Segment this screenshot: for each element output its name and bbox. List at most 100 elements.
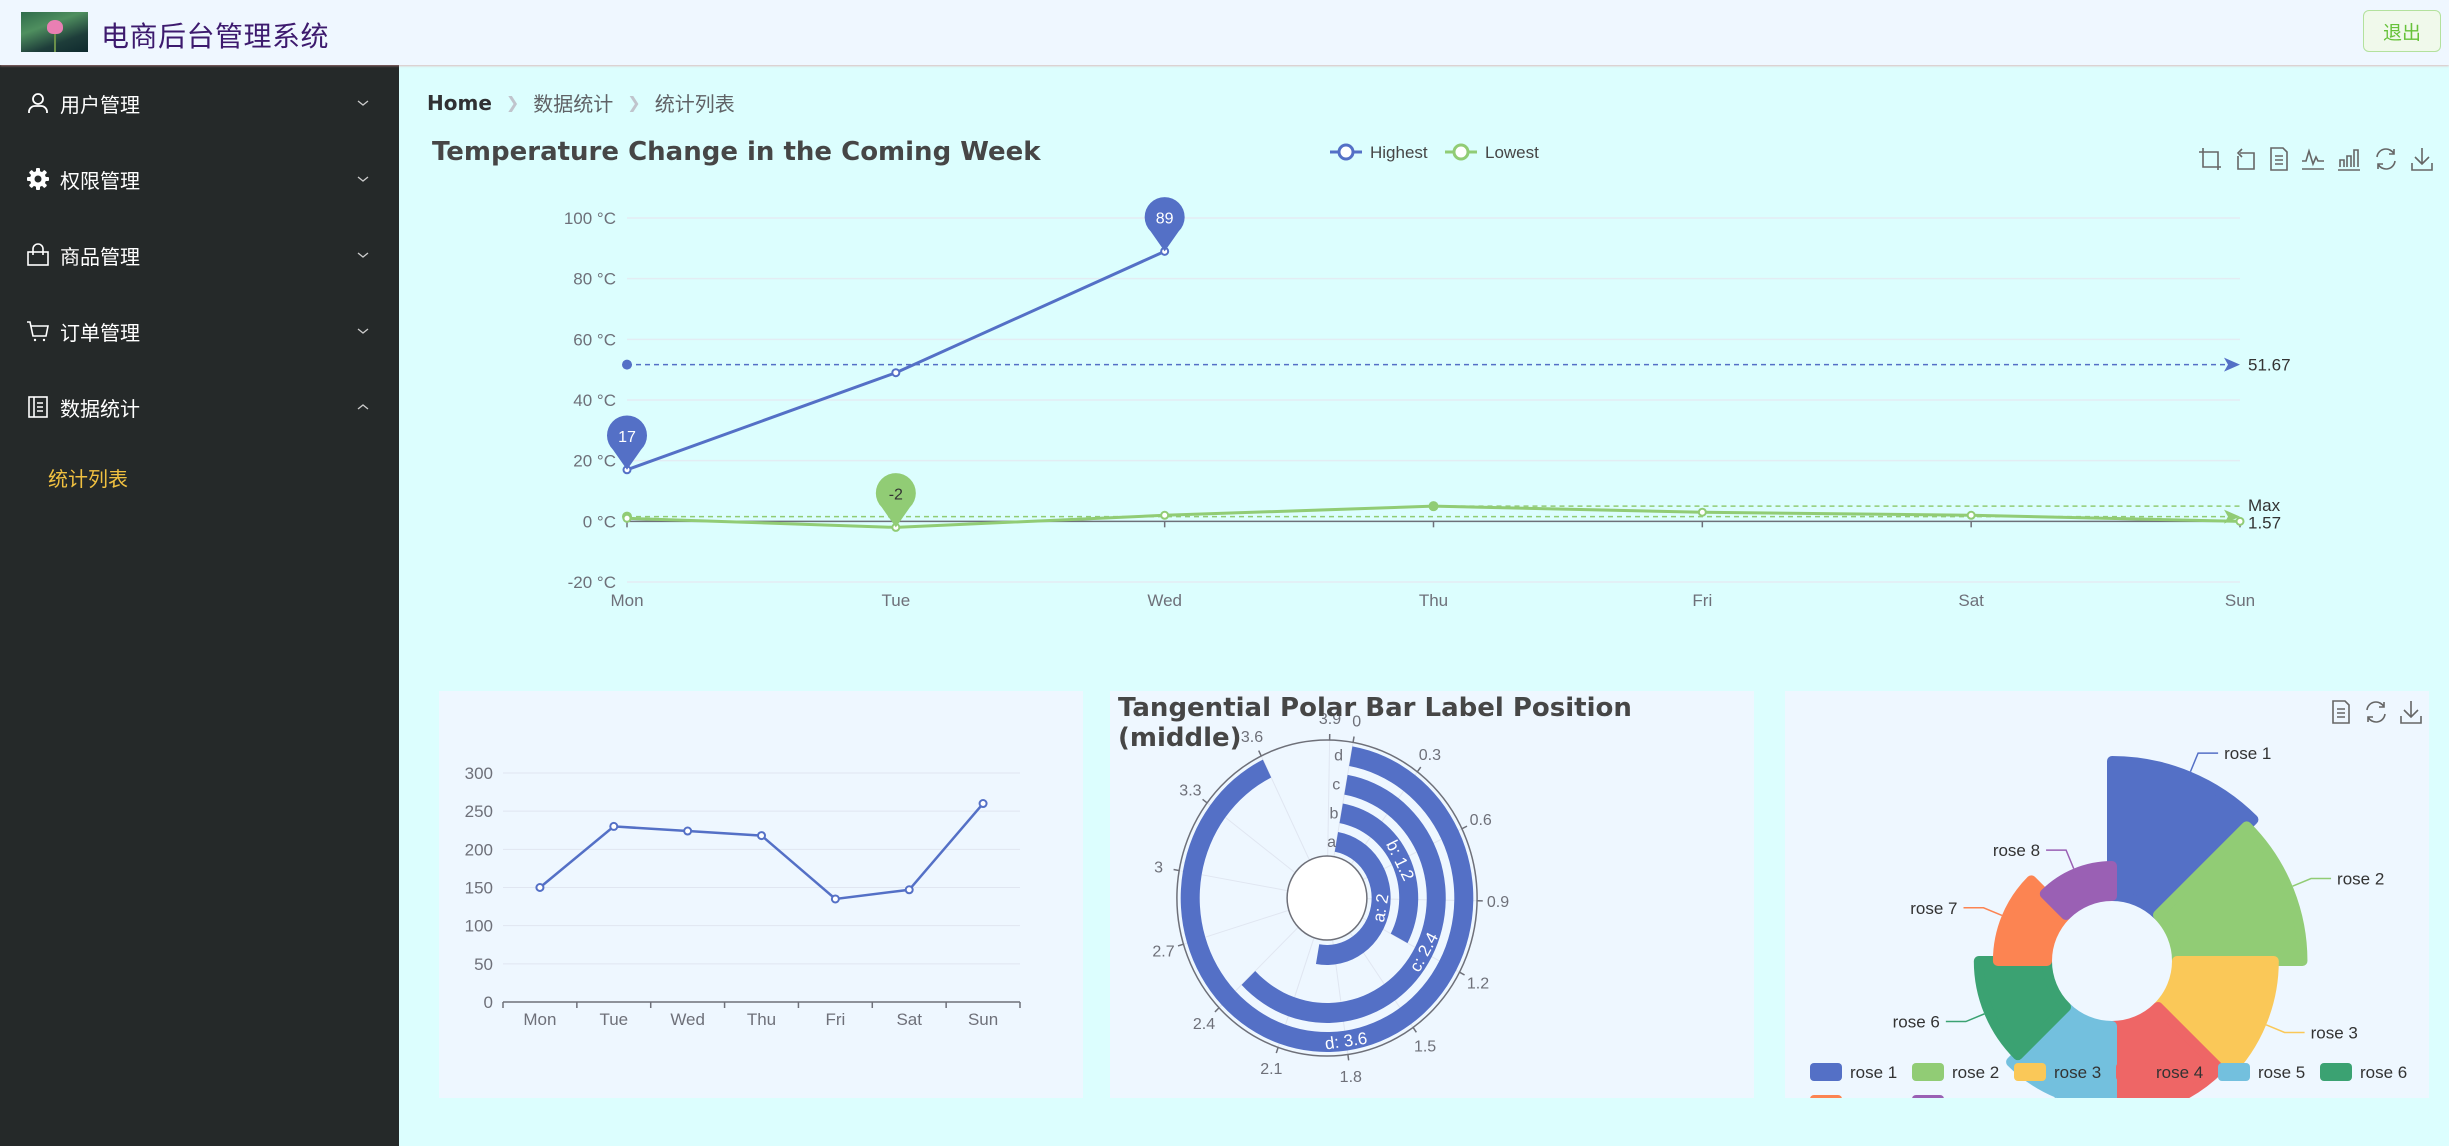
x-tick-label: Sat bbox=[1958, 591, 1984, 610]
x-tick-label: Tue bbox=[599, 1010, 628, 1029]
label-guide-line bbox=[2189, 752, 2219, 772]
mark-point-label: 89 bbox=[1156, 210, 1174, 227]
polar-chart-title: Tangential Polar Bar Label Position (mid… bbox=[1118, 693, 1632, 753]
bar-label: a: 2 bbox=[1369, 892, 1393, 923]
slice-label: rose 1 bbox=[2224, 744, 2271, 763]
rose-pie-panel: rose 1 rose 2 rose 3 rose 4 rose 5 rose 6 rose… bbox=[1785, 691, 2429, 1135]
angle-tick bbox=[1177, 943, 1184, 947]
legend-label: rose 4 bbox=[2156, 1063, 2203, 1082]
y-tick-label: 80 °C bbox=[573, 270, 616, 289]
legend-swatch bbox=[2116, 1063, 2148, 1081]
angle-tick-label: 1.2 bbox=[1467, 976, 1489, 993]
angle-tick-label: 2.1 bbox=[1260, 1061, 1282, 1078]
angle-tick-label: 2.7 bbox=[1152, 944, 1174, 961]
angle-tick bbox=[1416, 766, 1422, 773]
max-line-label: Max bbox=[2248, 496, 2281, 515]
x-tick-label: Fri bbox=[1692, 591, 1712, 610]
main-line-chart: -20 °C 0 °C 20 °C 40 °C 60 °C 80 °C 100 °C Mon T… bbox=[564, 197, 2291, 610]
average-line-label: 51.67 bbox=[2248, 356, 2291, 375]
data-view-icon[interactable] bbox=[2328, 699, 2354, 725]
angle-tick bbox=[1173, 868, 1180, 872]
radius-tick-label: a bbox=[1327, 834, 1336, 851]
y-tick-label: 60 °C bbox=[573, 330, 616, 349]
legend-swatch bbox=[2320, 1063, 2352, 1081]
average-line-label: 1.57 bbox=[2248, 514, 2281, 533]
legend-swatch bbox=[1810, 1095, 1842, 1113]
app-title: 电商后台管理系统 bbox=[101, 20, 330, 53]
mark-point-label: -2 bbox=[889, 486, 903, 503]
radius-tick-label: c bbox=[1332, 776, 1340, 793]
y-tick-label: 20 °C bbox=[573, 452, 616, 471]
data-point bbox=[1966, 510, 1976, 520]
legend-swatch bbox=[2014, 1063, 2046, 1081]
legend-label: rose 5 bbox=[2258, 1063, 2305, 1082]
app-header: 电商后台管理系统 退出 bbox=[0, 0, 2449, 65]
angle-tick-label: 3 bbox=[1154, 860, 1163, 877]
data-point bbox=[830, 894, 840, 904]
download-icon[interactable] bbox=[2398, 699, 2424, 725]
legend-label: rose 6 bbox=[2360, 1063, 2407, 1082]
slice-label: rose 2 bbox=[2337, 870, 2384, 889]
angle-tick bbox=[1202, 798, 1208, 804]
angle-tick bbox=[1275, 1047, 1279, 1054]
polar-bar-panel: a: 2 a b: 1.2 b c: 2.4 c d: 3.6 d 0 0.3 0.6 0.9 1.2 1… bbox=[1110, 691, 1754, 1098]
legend-label: rose 7 bbox=[1850, 1095, 1897, 1098]
label-guide-line bbox=[2292, 877, 2332, 887]
angle-tick bbox=[1459, 971, 1465, 976]
y-tick-label: 100 bbox=[465, 917, 493, 936]
x-tick-label: Thu bbox=[747, 1010, 776, 1029]
y-tick-label: 200 bbox=[465, 840, 493, 859]
logout-button[interactable]: 退出 bbox=[2363, 10, 2441, 52]
legend-label: rose 8 bbox=[1952, 1095, 1999, 1098]
angle-tick-label: 0.6 bbox=[1470, 812, 1492, 829]
slice-label: rose 8 bbox=[1993, 841, 2040, 860]
inner-circle bbox=[1286, 855, 1368, 941]
data-point bbox=[978, 799, 988, 809]
data-point bbox=[683, 826, 693, 836]
legend-label: rose 1 bbox=[1850, 1063, 1897, 1082]
angle-tick-label: 3.3 bbox=[1179, 783, 1201, 800]
rose-slice bbox=[2039, 861, 2117, 921]
legend-swatch bbox=[1810, 1063, 1842, 1081]
y-tick-label: 0 bbox=[484, 993, 493, 1012]
x-tick-label: Wed bbox=[1147, 591, 1182, 610]
y-tick-label: 250 bbox=[465, 802, 493, 821]
data-point bbox=[535, 883, 545, 892]
label-guide-line bbox=[2046, 849, 2075, 869]
legend-swatch bbox=[1912, 1063, 1944, 1081]
data-point bbox=[2235, 516, 2245, 526]
x-tick-label: Sun bbox=[968, 1010, 998, 1029]
x-tick-label: Fri bbox=[825, 1010, 845, 1029]
x-tick-label: Thu bbox=[1419, 591, 1448, 610]
angle-tick-label: 1.5 bbox=[1414, 1038, 1436, 1055]
data-point bbox=[891, 368, 901, 378]
data-point bbox=[1697, 507, 1707, 517]
label-guide-line bbox=[2265, 1024, 2305, 1034]
restore-icon[interactable] bbox=[2363, 699, 2389, 725]
max-line-start bbox=[1428, 501, 1439, 512]
slice-label: rose 6 bbox=[1893, 1013, 1940, 1032]
legend-swatch bbox=[1912, 1095, 1944, 1113]
angle-tick bbox=[1461, 825, 1468, 830]
data-point bbox=[757, 831, 766, 841]
weekly-line-chart: 0 50 100 150 200 250 300 Mon Tue Wed Thu Fri Sat Sun bbox=[465, 764, 1021, 1029]
y-tick-label: 100 °C bbox=[564, 209, 616, 228]
label-guide-line bbox=[2027, 1097, 2057, 1117]
data-point bbox=[609, 821, 619, 831]
angle-tick-label: 2.4 bbox=[1193, 1016, 1215, 1033]
legend-label: rose 2 bbox=[1952, 1063, 1999, 1082]
label-guide-line bbox=[1963, 907, 2003, 917]
rose-pie-chart: rose 1 rose 2 rose 3 rose 4 rose 5 rose 6 rose… bbox=[1810, 744, 2407, 1135]
x-tick-label: Wed bbox=[670, 1010, 705, 1029]
y-tick-label: -20 °C bbox=[568, 573, 616, 592]
legend-label: rose 3 bbox=[2054, 1063, 2101, 1082]
angle-tick bbox=[1347, 1054, 1350, 1061]
angle-tick bbox=[1214, 1007, 1220, 1013]
logo-image bbox=[21, 12, 88, 52]
y-tick-label: 50 bbox=[474, 955, 493, 974]
mark-point-label: 17 bbox=[618, 429, 636, 446]
weekly-line-panel: 0 50 100 150 200 250 300 Mon Tue Wed Thu Fri Sat Sun bbox=[439, 691, 1083, 1098]
bar-label: b: 1.2 bbox=[1382, 837, 1418, 884]
x-tick-label: Mon bbox=[610, 591, 643, 610]
y-tick-label: 40 °C bbox=[573, 391, 616, 410]
